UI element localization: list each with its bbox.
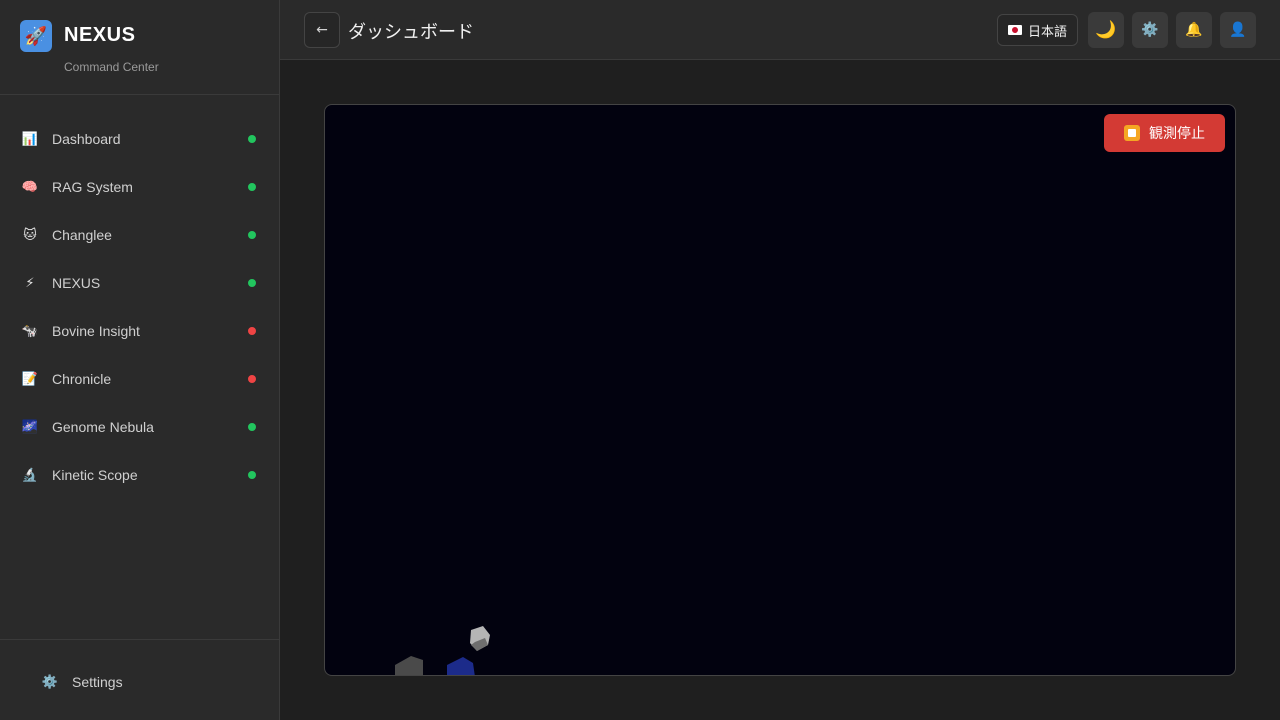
gear-icon: ⚙️ — [41, 674, 59, 690]
space-scene — [395, 626, 490, 675]
sidebar-footer: ⚙️ Settings — [0, 639, 279, 720]
sidebar-nav: 📊 Dashboard 🧠 RAG System 🐱 Changlee ⚡ NEXUS 🐄 Bov… — [0, 115, 279, 499]
sidebar-item-nexus[interactable]: ⚡ NEXUS — [0, 259, 279, 307]
sidebar-item-kinetic-scope[interactable]: 🔬 Kinetic Scope — [0, 451, 279, 499]
top-header: ← ダッシュボード 日本語 🌙 ⚙️ 🔔 👤 — [280, 0, 1280, 60]
brain-icon: 🧠 — [21, 179, 39, 195]
sidebar-item-genome-nebula[interactable]: 🌌 Genome Nebula — [0, 403, 279, 451]
arrow-left-icon: ← — [316, 22, 328, 38]
memo-icon: 📝 — [21, 371, 39, 387]
profile-button[interactable]: 👤 — [1220, 12, 1256, 48]
asteroid-gray — [395, 656, 423, 675]
sidebar-item-bovine-insight[interactable]: 🐄 Bovine Insight — [0, 307, 279, 355]
status-dot — [248, 471, 256, 479]
page-title: ダッシュボード — [348, 22, 474, 43]
bar-chart-icon: 📊 — [21, 131, 39, 147]
status-dot — [248, 279, 256, 287]
sidebar-item-label: Dashboard — [52, 131, 121, 147]
sidebar-item-label: Changlee — [52, 227, 112, 243]
status-dot — [248, 231, 256, 239]
user-icon: 👤 — [1229, 22, 1247, 38]
stop-icon — [1124, 125, 1140, 141]
notifications-button[interactable]: 🔔 — [1176, 12, 1212, 48]
cow-icon: 🐄 — [21, 323, 39, 339]
sidebar-item-rag-system[interactable]: 🧠 RAG System — [0, 163, 279, 211]
microscope-icon: 🔬 — [21, 467, 39, 483]
sidebar-item-label: Chronicle — [52, 371, 112, 387]
stop-observation-label: 観測停止 — [1149, 126, 1205, 142]
status-dot — [248, 423, 256, 431]
sidebar-item-label: NEXUS — [52, 275, 101, 291]
sidebar-item-settings[interactable]: ⚙️ Settings — [42, 674, 123, 690]
status-dot — [248, 327, 256, 335]
asteroid-blue — [447, 657, 475, 675]
sidebar-item-label: Kinetic Scope — [52, 467, 138, 483]
sidebar: 🚀 NEXUS Command Center 📊 Dashboard 🧠 RAG Sy… — [0, 0, 280, 720]
status-dot — [248, 375, 256, 383]
stop-observation-button[interactable]: 観測停止 — [1104, 114, 1225, 152]
status-dot — [248, 135, 256, 143]
sidebar-item-label: Settings — [72, 674, 123, 690]
cat-icon: 🐱 — [23, 227, 37, 243]
moon-icon: 🌙 — [1095, 20, 1117, 40]
lightning-icon: ⚡ — [25, 275, 35, 291]
theme-toggle-button[interactable]: 🌙 — [1088, 12, 1124, 48]
back-button[interactable]: ← — [304, 12, 340, 48]
sidebar-item-chronicle[interactable]: 📝 Chronicle — [0, 355, 279, 403]
rocket-icon: 🚀 — [20, 20, 52, 52]
bell-icon: 🔔 — [1185, 22, 1203, 38]
observation-canvas[interactable]: 観測停止 — [324, 104, 1236, 676]
settings-button[interactable]: ⚙️ — [1132, 12, 1168, 48]
galaxy-icon: 🌌 — [21, 419, 39, 435]
sidebar-item-label: RAG System — [52, 179, 133, 195]
brand-header: 🚀 NEXUS Command Center — [0, 0, 279, 95]
sidebar-item-label: Bovine Insight — [52, 323, 140, 339]
brand-title: NEXUS — [64, 24, 136, 46]
status-dot — [248, 183, 256, 191]
language-label: 日本語 — [1028, 24, 1068, 40]
sidebar-item-label: Genome Nebula — [52, 419, 154, 435]
language-selector[interactable]: 日本語 — [997, 14, 1079, 46]
sidebar-item-changlee[interactable]: 🐱 Changlee — [0, 211, 279, 259]
brand-subtitle: Command Center — [64, 60, 159, 74]
japan-flag-icon — [1008, 25, 1022, 35]
sidebar-item-dashboard[interactable]: 📊 Dashboard — [0, 115, 279, 163]
gear-icon: ⚙️ — [1141, 22, 1159, 38]
